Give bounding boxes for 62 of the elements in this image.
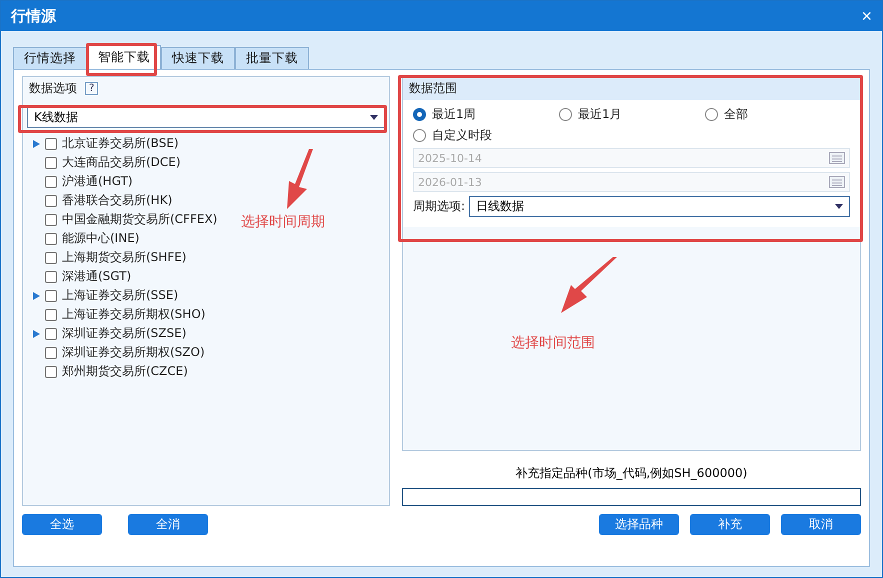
period-dropdown[interactable]: 日线数据 [469,196,850,217]
annotation-text: 选择时间周期 [241,213,325,231]
exchange-label[interactable]: 深圳证券交易所(SZSE) [62,325,186,342]
help-icon[interactable]: ? [85,82,98,95]
highlight-frame [86,43,157,76]
radio-label[interactable]: 最近1周 [432,106,476,123]
caret-icon [370,114,378,120]
checkbox[interactable] [45,270,57,282]
window-title: 行情源 [11,6,56,26]
select-button[interactable]: 全选 [22,514,102,535]
input-field[interactable] [402,488,861,506]
radio-button[interactable] [413,108,426,121]
exchange-label[interactable]: 上海证券交易所期权(SHO) [62,306,206,323]
checkbox[interactable] [45,194,57,206]
checkbox[interactable] [45,366,57,378]
exchange-label[interactable]: 深圳证券交易所期权(SZO) [62,344,205,361]
exchange-label[interactable]: 郑州期货交易所(CZCE) [62,363,188,380]
expand-icon[interactable] [33,140,40,148]
tab[interactable]: 快速下载 [161,47,235,69]
expand-icon[interactable] [33,330,40,338]
tab[interactable]: 行情选择 [13,47,87,69]
exchange-label[interactable]: 上海证券交易所(SSE) [62,287,178,304]
checkbox[interactable] [45,156,57,168]
checkbox[interactable] [45,328,57,340]
group-title: 数据选项 [29,80,77,97]
exchange-label[interactable]: 上海期货交易所(SHFE) [62,249,186,266]
checkbox[interactable] [45,252,57,264]
exchange-label[interactable]: 大连商品交易所(DCE) [62,154,181,171]
exchange-label[interactable]: 香港联合交易所(HK) [62,192,172,209]
select-button[interactable]: 全消 [128,514,208,535]
close-button[interactable]: × [861,6,872,26]
period-label: 周期选项: [413,198,466,215]
exchange-label[interactable]: 深港通(SGT) [62,268,132,285]
checkbox[interactable] [45,138,57,150]
data-type-dropdown[interactable]: K线数据 [27,106,385,128]
checkbox[interactable] [45,308,57,320]
exchange-label[interactable]: 能源中心(INE) [62,230,140,247]
annotation-text: 选择时间范围 [511,334,595,352]
caret-icon [835,204,843,209]
checkbox[interactable] [45,232,57,244]
checkbox[interactable] [45,176,57,188]
exchange-label[interactable]: 北京证券交易所(BSE) [62,135,179,152]
radio-button[interactable] [559,108,572,121]
checkbox[interactable] [45,290,57,302]
tab[interactable]: 智能下载 [87,45,161,69]
radio-label[interactable]: 最近1月 [578,106,622,123]
radio-label[interactable]: 自定义时段 [432,127,492,144]
supplement-label: 补充指定品种(市场_代码,例如SH_600000) [514,465,748,482]
group-title: 数据范围 [409,81,457,95]
expand-icon[interactable] [33,292,40,300]
action-button[interactable]: 取消 [781,514,861,535]
action-button[interactable]: 选择品种 [599,514,679,535]
tab[interactable]: 批量下载 [235,47,309,69]
checkbox[interactable] [45,346,57,358]
radio-button[interactable] [413,129,426,142]
radio-button[interactable] [705,108,718,121]
action-button[interactable]: 补充 [690,514,770,535]
checkbox[interactable] [45,214,57,226]
exchange-label[interactable]: 沪港通(HGT) [62,173,133,190]
arrow-icon [559,257,619,313]
radio-label[interactable]: 全部 [724,106,748,123]
exchange-label[interactable]: 中国金融期货交易所(CFFEX) [62,211,218,228]
